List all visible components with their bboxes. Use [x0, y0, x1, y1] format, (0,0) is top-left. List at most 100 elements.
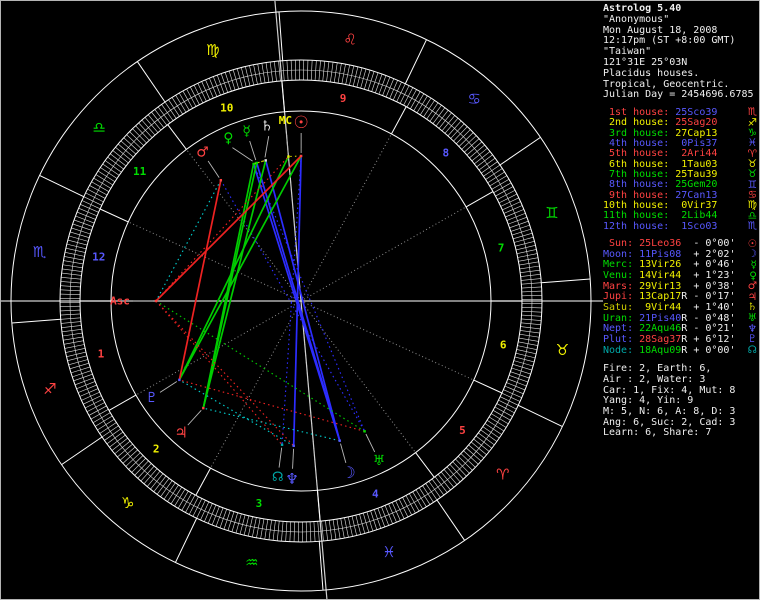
house-value: 1Tau03: [675, 158, 718, 170]
aspect-line-sun-pluto: [178, 155, 302, 381]
jupiter-pointer-line: [187, 410, 202, 426]
planet-label: Node:: [603, 344, 640, 356]
house-row: 10th house: 0Vir37 ♍: [603, 199, 759, 211]
planet-glyph: ☊: [747, 344, 757, 357]
house-number-6: 6: [500, 339, 507, 352]
sign-glyph-aquarius: ♒: [245, 553, 258, 571]
venus-pointer-line: [232, 147, 253, 162]
house-row: 5th house: 2Ari44 ♈: [603, 148, 759, 160]
mars-aspect-point: [219, 178, 223, 182]
aspect-line-mc-pluto: [178, 156, 290, 381]
planet-value: 11Pis08: [639, 248, 682, 260]
house-cusp-line-9: [391, 106, 407, 135]
planet-value: 13Vir26: [639, 259, 682, 271]
sign-glyph-aries: ♈: [496, 465, 509, 483]
aspect-line-venus-jupiter: [202, 163, 255, 409]
house-cusp-ray-5: [300, 300, 416, 453]
planet-row: Nept: 22Aqu46 R - 0°21' ♆: [603, 323, 759, 335]
house-label: 3rd house:: [603, 127, 676, 139]
planet-row: Merc: 13Vir26 + 0°46' ☿: [603, 259, 759, 271]
planet-velocity: + 2°02': [687, 248, 736, 260]
jupiter-aspect-point: [202, 406, 205, 410]
sign-glyph-cancer: ♋: [468, 90, 481, 108]
house-number-11: 11: [133, 165, 147, 178]
house-number-7: 7: [498, 241, 505, 254]
planet-row: Node: 18Aqu09 R + 0°00' ☊: [603, 344, 759, 357]
house-cusp-line-4: [316, 490, 321, 522]
planet-label: Mars:: [603, 280, 640, 292]
aspect-line-moon-jupiter: [203, 407, 340, 442]
planet-label: Venu:: [603, 270, 640, 282]
sign-glyph-gemini: ♊: [545, 204, 558, 222]
uranus-glyph: ♅: [373, 453, 386, 469]
mercury-aspect-point: [255, 161, 258, 165]
house-number-3: 3: [256, 497, 263, 510]
uranus-aspect-point: [363, 430, 366, 433]
planet-label: Nept:: [603, 323, 640, 335]
planet-row: Venu: 14Vir44 + 1°23' ♀: [603, 270, 759, 282]
uranus-pointer-line: [365, 433, 376, 453]
header-line: Placidus houses.: [603, 67, 700, 79]
planet-velocity: + 0°00': [687, 344, 736, 356]
asc-label: Asc: [110, 295, 130, 308]
planet-label: Satu:: [603, 301, 640, 313]
house-number-12: 12: [92, 250, 105, 263]
planet-velocity: - 0°00': [687, 238, 736, 250]
house-label: 9th house:: [603, 189, 676, 201]
astrolog-window: ♈ ♉ ♊ ♋ ♌ ♍ ♎ ♏ ♐ ♑ ♒ ♓ 1 2 3 4 5 6 7 8 9 10 11 12 ☉ ☽ ☿ ♀ ♂ ♃ ♄ ♅ ♆ ♇ ☊ As…: [0, 0, 760, 600]
house-cusp-line-3: [195, 467, 211, 496]
house-label: 12th house:: [603, 220, 676, 232]
planet-label: Uran:: [603, 312, 640, 324]
planet-value: 18Aqu09: [639, 344, 682, 356]
house-cusp-line-10: [281, 80, 286, 112]
chart-wheel: ♈♉♊♋♌♍♎♏♐♑♒♓123456789101112☉☽☿♀♂♃♄♅♆♇☊As…: [1, 1, 603, 599]
house-label: 10th house:: [603, 199, 676, 211]
house-cusp-list: 1st house: 25Sco39 ♏ 2nd house: 25Sag20 ♐ …: [603, 106, 759, 232]
sign-boundary: [39, 175, 84, 198]
sun-aspect-point: [299, 154, 303, 158]
neptune-aspect-point: [292, 444, 295, 448]
sign-boundary: [11, 318, 61, 324]
sign-glyph-taurus: ♉: [556, 341, 569, 359]
mars-pointer-line: [207, 160, 220, 178]
house-number-2: 2: [153, 442, 160, 455]
planet-value: 29Vir13: [639, 280, 682, 292]
house-value: 25Tau39: [675, 168, 718, 180]
planet-row: Moon: 11Pis08 + 2°02' ☽: [603, 248, 759, 260]
house-row: 9th house: 27Can13 ♋: [603, 189, 759, 201]
house-row: 2nd house: 25Sag20 ♐: [603, 117, 759, 129]
pluto-aspect-point: [178, 378, 181, 382]
planet-velocity: + 0°46': [687, 259, 736, 271]
planet-velocity: + 1°40': [687, 301, 736, 313]
sign-boundary: [518, 404, 563, 427]
planet-label: Merc:: [603, 259, 640, 271]
house-row: 6th house: 1Tau03 ♉: [603, 158, 759, 170]
aspect-line-saturn-jupiter: [202, 160, 267, 409]
house-number-8: 8: [442, 147, 449, 160]
house-cusp-line-11: [167, 124, 187, 150]
house-value: 2Lib44: [675, 210, 718, 222]
pluto-glyph: ♇: [145, 390, 158, 406]
house-label: 4th house:: [603, 137, 676, 149]
asc-aspect-point: [154, 299, 158, 303]
planet-value: 21Pis40: [639, 312, 682, 324]
house-value: 27Cap13: [675, 127, 718, 139]
mercury-glyph: ☿: [242, 124, 251, 140]
sign-boundary: [436, 499, 466, 541]
sign-glyph-pisces: ♓: [382, 543, 395, 561]
planet-value: 13Cap17: [639, 291, 682, 303]
planet-velocity: - 0°17': [687, 291, 736, 303]
saturn-glyph: ♄: [261, 118, 274, 134]
header-line: Julian Day = 2454696.6785: [603, 89, 754, 101]
house-number-4: 4: [372, 488, 379, 501]
house-cusp-ray-6: [300, 300, 474, 381]
jupiter-glyph: ♃: [174, 424, 187, 442]
aspect-line-mars-asc: [155, 179, 222, 302]
house-row: 12th house: 1Sco03 ♏: [603, 220, 759, 232]
planet-row: Plut: 28Sag37 R + 6°12' ♇: [603, 333, 759, 345]
house-value: 27Can13: [675, 189, 718, 201]
aspect-line-sun-mc: [288, 155, 302, 158]
neptune-glyph: ♆: [285, 470, 298, 488]
node-aspect-point: [280, 443, 284, 446]
house-number-9: 9: [340, 92, 347, 105]
